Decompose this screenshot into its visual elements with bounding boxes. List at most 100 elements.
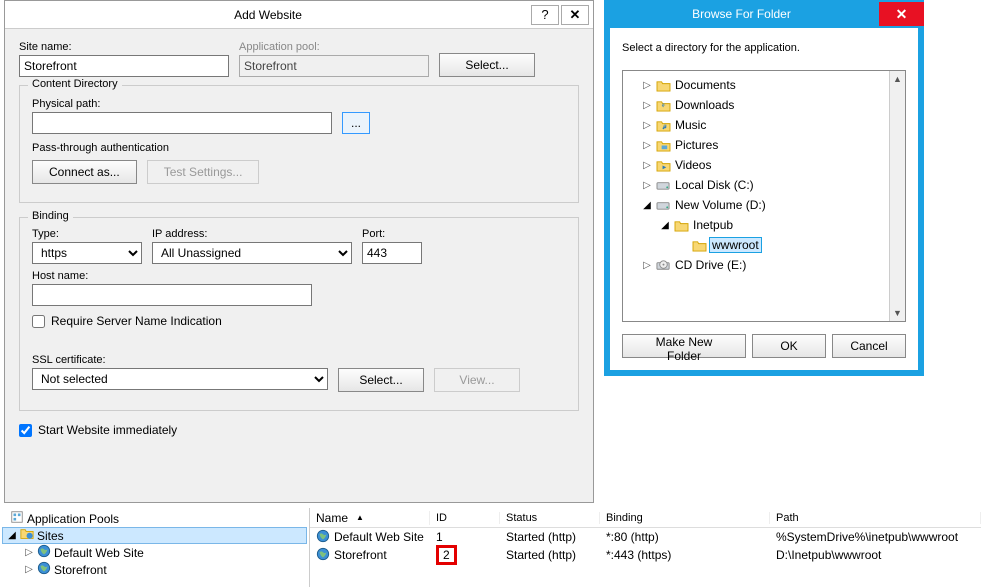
expand-icon[interactable]: ▷ — [641, 100, 653, 111]
ip-select[interactable]: All Unassigned — [152, 242, 352, 264]
scroll-down-icon[interactable]: ▼ — [890, 305, 905, 321]
tree-scrollbar[interactable]: ▲ ▼ — [889, 71, 905, 321]
physical-path-label: Physical path: — [32, 98, 100, 110]
header-binding[interactable]: Binding — [600, 512, 770, 524]
tree-item-wwwroot[interactable]: wwwroot — [623, 235, 889, 255]
collapse-icon[interactable]: ◢ — [7, 530, 17, 541]
browse-close-button[interactable]: ✕ — [879, 2, 924, 26]
binding-legend: Binding — [28, 210, 73, 222]
globe-icon — [37, 561, 51, 578]
dialog-titlebar: Add Website ? ✕ — [5, 1, 593, 29]
header-path[interactable]: Path — [770, 512, 981, 524]
physical-path-input[interactable] — [32, 112, 332, 134]
tree-item-cd-drive[interactable]: ▷ CD Drive (E:) — [623, 255, 889, 275]
drive-icon — [655, 177, 671, 193]
ip-label: IP address: — [152, 228, 352, 240]
sni-label: Require Server Name Indication — [51, 314, 222, 328]
expand-icon[interactable]: ▷ — [641, 260, 653, 271]
folder-icon — [691, 237, 707, 253]
type-label: Type: — [32, 228, 142, 240]
add-website-dialog: Add Website ? ✕ Site name: Application p… — [4, 0, 594, 503]
site-name-input[interactable] — [19, 55, 229, 77]
sort-asc-icon: ▲ — [356, 513, 364, 522]
ssl-cert-select[interactable]: Not selected — [32, 368, 328, 390]
nav-app-pools[interactable]: Application Pools — [2, 510, 307, 527]
browse-title: Browse For Folder — [604, 7, 879, 21]
tree-item-videos[interactable]: ▷ Videos — [623, 155, 889, 175]
type-select[interactable]: https — [32, 242, 142, 264]
list-row[interactable]: Storefront 2 Started (http) *:443 (https… — [310, 546, 981, 564]
tree-item-music[interactable]: ▷ Music — [623, 115, 889, 135]
site-name-label: Site name: — [19, 41, 229, 53]
expand-icon[interactable]: ▷ — [641, 140, 653, 151]
header-name[interactable]: Name▲ — [310, 511, 430, 525]
header-id[interactable]: ID — [430, 512, 500, 524]
browse-titlebar: Browse For Folder ✕ — [604, 0, 924, 28]
folder-icon — [673, 217, 689, 233]
start-immediately-checkbox[interactable] — [19, 424, 32, 437]
tree-item-downloads[interactable]: ▷ Downloads — [623, 95, 889, 115]
browse-folder-dialog: Browse For Folder ✕ Select a directory f… — [604, 0, 924, 376]
scroll-up-icon[interactable]: ▲ — [890, 71, 905, 87]
make-new-folder-button[interactable]: Make New Folder — [622, 334, 746, 358]
browse-instruction: Select a directory for the application. — [622, 42, 906, 54]
content-directory-legend: Content Directory — [28, 78, 122, 90]
collapse-icon[interactable]: ◢ — [641, 200, 653, 211]
dialog-title: Add Website — [5, 8, 531, 22]
tree-item-new-volume[interactable]: ◢ New Volume (D:) — [623, 195, 889, 215]
start-immediately-label: Start Website immediately — [38, 423, 177, 437]
ssl-view-button: View... — [434, 368, 520, 392]
bottom-panel: Application Pools ◢ Sites ▷ Default Web … — [0, 508, 981, 587]
ssl-cert-label: SSL certificate: — [32, 354, 566, 366]
nav-sites[interactable]: ◢ Sites — [2, 527, 307, 544]
folder-tree[interactable]: ▷ Documents ▷ Downloads ▷ Music ▷ — [623, 71, 889, 321]
nav-default-web-site[interactable]: ▷ Default Web Site — [2, 544, 307, 561]
app-pools-icon — [10, 510, 24, 527]
tree-item-local-disk[interactable]: ▷ Local Disk (C:) — [623, 175, 889, 195]
drive-icon — [655, 197, 671, 213]
expand-icon[interactable]: ▷ — [641, 160, 653, 171]
connections-tree[interactable]: Application Pools ◢ Sites ▷ Default Web … — [0, 508, 310, 587]
expand-icon[interactable]: ▷ — [24, 564, 34, 575]
cancel-button[interactable]: Cancel — [832, 334, 906, 358]
app-pool-label: Application pool: — [239, 41, 429, 53]
list-row[interactable]: Default Web Site 1 Started (http) *:80 (… — [310, 528, 981, 546]
sites-icon — [20, 527, 34, 544]
folder-icon — [655, 137, 671, 153]
host-name-input[interactable] — [32, 284, 312, 306]
sni-checkbox[interactable] — [32, 315, 45, 328]
expand-icon[interactable]: ▷ — [641, 180, 653, 191]
app-pool-select-button[interactable]: Select... — [439, 53, 535, 77]
header-status[interactable]: Status — [500, 512, 600, 524]
list-header[interactable]: Name▲ ID Status Binding Path — [310, 508, 981, 528]
port-label: Port: — [362, 228, 422, 240]
close-button[interactable]: ✕ — [561, 5, 589, 25]
expand-icon[interactable]: ▷ — [24, 547, 34, 558]
folder-tree-container: ▷ Documents ▷ Downloads ▷ Music ▷ — [622, 70, 906, 322]
highlighted-id: 2 — [436, 545, 457, 565]
expand-icon[interactable]: ▷ — [641, 120, 653, 131]
globe-icon — [316, 547, 330, 564]
host-name-label: Host name: — [32, 270, 566, 282]
globe-icon — [37, 544, 51, 561]
folder-icon — [655, 157, 671, 173]
pass-through-label: Pass-through authentication — [32, 142, 566, 154]
expand-icon[interactable]: ▷ — [641, 80, 653, 91]
tree-item-documents[interactable]: ▷ Documents — [623, 75, 889, 95]
ok-button[interactable]: OK — [752, 334, 826, 358]
globe-icon — [316, 529, 330, 546]
content-directory-group: Content Directory Physical path: ... Pas… — [19, 85, 579, 203]
ssl-select-button[interactable]: Select... — [338, 368, 424, 392]
connect-as-button[interactable]: Connect as... — [32, 160, 137, 184]
tree-item-pictures[interactable]: ▷ Pictures — [623, 135, 889, 155]
tree-item-inetpub[interactable]: ◢ Inetpub — [623, 215, 889, 235]
folder-icon — [655, 97, 671, 113]
test-settings-button: Test Settings... — [147, 160, 260, 184]
nav-storefront[interactable]: ▷ Storefront — [2, 561, 307, 578]
folder-icon — [655, 77, 671, 93]
help-button[interactable]: ? — [531, 5, 559, 25]
browse-path-button[interactable]: ... — [342, 112, 370, 134]
cd-drive-icon — [655, 257, 671, 273]
port-input[interactable] — [362, 242, 422, 264]
collapse-icon[interactable]: ◢ — [659, 220, 671, 231]
